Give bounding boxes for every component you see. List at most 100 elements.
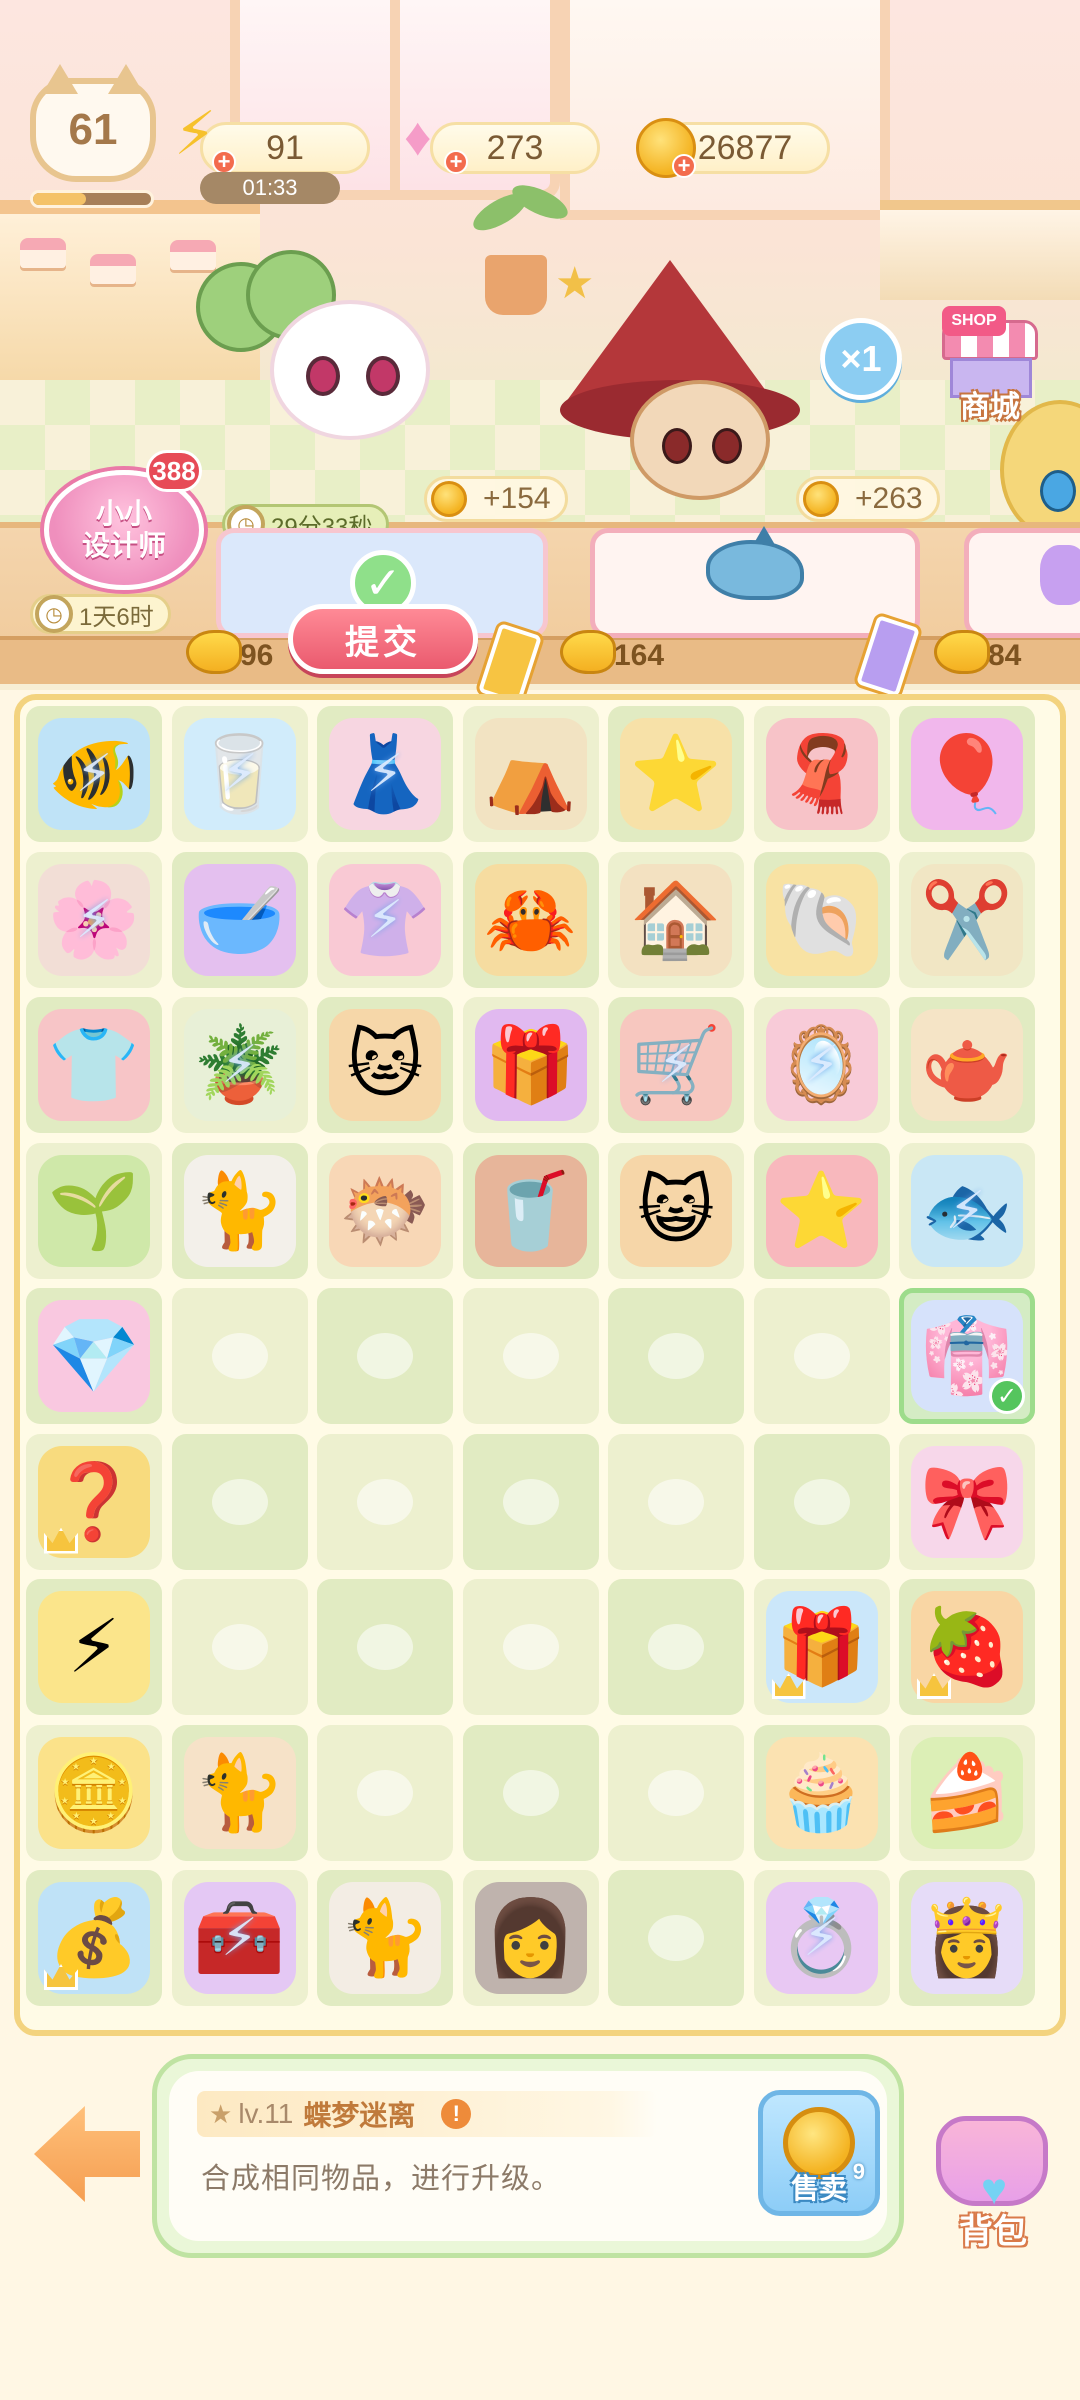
board-cell[interactable]: 👸 [899,1870,1035,2006]
board-cell[interactable]: 🎈 [899,706,1035,842]
add-energy-button[interactable]: + [212,149,236,174]
board-cell[interactable]: 🏠 [608,851,744,988]
board-cell[interactable] [317,1433,453,1570]
board-cell[interactable]: 🪙 [26,1724,162,1861]
flower-shelf-icon[interactable]: 🌸 [38,863,150,976]
board-cell[interactable]: 🧁 [753,1724,890,1861]
board-cell[interactable]: 🐈 [317,1870,453,2006]
board-cell[interactable] [317,1579,453,1715]
board-cell[interactable]: 👘 ✓ [899,1288,1035,1424]
board-cell[interactable]: 🪞 [753,997,890,1133]
board-cell[interactable]: 😺 [608,1142,744,1279]
board-cell[interactable]: 👗 [317,706,453,842]
fishbowl-icon[interactable]: 🐠 [38,718,150,830]
board-cell[interactable]: 👚 [317,851,453,988]
crab-sign-icon[interactable]: 🦀 [474,863,587,976]
board-cell[interactable] [753,1288,890,1424]
cart-icon[interactable]: 🛒 [620,1009,732,1121]
board-cell[interactable]: 🐚 [753,851,890,988]
watering-pot-icon[interactable]: 🫖 [911,1009,1023,1121]
info-icon[interactable]: ! [441,2099,472,2129]
board-cell[interactable]: 🐈 [171,1142,308,1279]
board-cell[interactable]: 🐡 [317,1142,453,1279]
sand-pile-icon[interactable]: ⭐ [620,718,732,830]
board-cell[interactable]: 🫖 [899,997,1035,1133]
board-cell[interactable]: 💰 [26,1870,162,2006]
shell-sand-icon[interactable]: 🐚 [765,863,878,976]
board-cell[interactable] [608,1288,744,1424]
treasure-chest-icon[interactable]: 💰 [38,1882,150,1994]
board-cell[interactable]: 🐱 [317,997,453,1133]
speed-multiplier-button[interactable]: ×1 [820,318,902,400]
board-cell[interactable]: 🍓 [899,1579,1035,1715]
board-cell[interactable]: 🪴 [171,997,308,1133]
board-cell[interactable]: 🧰 [171,1870,308,2006]
fruit-tart-icon[interactable]: 🍓 [911,1591,1023,1703]
board-cell[interactable] [608,1579,744,1715]
board-cell[interactable]: 🌱 [26,1142,162,1279]
calico-cat-icon[interactable]: 🐈 [183,1736,296,1849]
backpack-button[interactable]: ♥ 背包 [930,2096,1056,2251]
board-cell[interactable] [171,1288,308,1424]
curtain-frame-icon[interactable]: 🪞 [765,1009,878,1121]
board-cell[interactable] [608,1724,744,1861]
pufferfish-icon[interactable]: 🐡 [329,1154,441,1267]
cream-puff-icon[interactable]: 🧁 [765,1736,878,1849]
board-cell[interactable]: 👩 [462,1870,599,2006]
energy-bolts-icon[interactable]: ⚡ [38,1591,150,1703]
house-icon[interactable]: 🏠 [620,863,732,976]
board-cell[interactable]: 🧣 [753,706,890,842]
board-cell[interactable] [171,1433,308,1570]
white-cat-icon[interactable]: 🐈 [183,1154,296,1267]
headband-icon[interactable]: 🎀 [911,1445,1023,1558]
sell-button[interactable]: 9 售卖 [758,2090,880,2216]
coin-pile-icon[interactable]: 🪙 [38,1736,150,1849]
board-cell[interactable]: 🐠 [26,706,162,842]
sitting-cat-icon[interactable]: 🐈 [329,1882,441,1994]
cola-glass-icon[interactable]: 🥤 [474,1154,587,1267]
water-glass-icon[interactable]: 🥛 [183,718,296,830]
player-level-badge[interactable]: 61 [30,64,156,182]
starfish-icon[interactable]: ⭐ [765,1154,878,1267]
board-cell[interactable] [317,1288,453,1424]
board-cell[interactable]: 🛒 [608,997,744,1133]
shop-label[interactable]: 商城 [950,382,1030,426]
matcha-cake-icon[interactable]: 🍰 [911,1736,1023,1849]
board-cell[interactable]: 🐟 [899,1142,1035,1279]
board-cell[interactable]: 🎁 [753,1579,890,1715]
board-cell[interactable]: 🍰 [899,1724,1035,1861]
add-gems-button[interactable]: + [444,149,468,174]
board-cell[interactable]: 🐈 [171,1724,308,1861]
tent-icon[interactable]: ⛺ [474,718,587,830]
sprout-icon[interactable]: 🌱 [38,1154,150,1267]
board-cell[interactable] [462,1724,599,1861]
white-cat-character[interactable] [270,300,430,440]
submit-order-button[interactable]: 提交 [288,604,478,674]
board-cell[interactable] [171,1579,308,1715]
board-cell[interactable]: 👕 [26,997,162,1133]
flower-cabinet-icon[interactable]: 🪴 [183,1009,296,1121]
mystery-box-icon[interactable]: ❓ [38,1445,150,1558]
blue-gift-icon[interactable]: 🎁 [765,1591,878,1703]
pet-bowl-icon[interactable]: 🥣 [183,863,296,976]
board-cell[interactable]: 💎 [26,1288,162,1424]
board-cell[interactable]: ✂️ [899,851,1035,988]
cat-head-icon[interactable]: 😺 [620,1154,732,1267]
scissors-icon[interactable]: ✂️ [911,863,1023,976]
board-cell[interactable]: ⭐ [608,706,744,842]
dress-stand-icon[interactable]: 👚 [329,863,441,976]
board-cell[interactable]: 🦀 [462,851,599,988]
board-cell[interactable]: 🎁 [462,997,599,1133]
board-cell[interactable]: 🥛 [171,706,308,842]
board-cell[interactable] [753,1433,890,1570]
board-cell[interactable]: 🌸 [26,851,162,988]
board-cell[interactable]: 🎀 [899,1433,1035,1570]
hanger-icon[interactable]: 👕 [38,1009,150,1121]
purple-chest-icon[interactable]: 🧰 [183,1882,296,1994]
back-button[interactable] [34,2106,140,2202]
board-cell[interactable]: ⭐ [753,1142,890,1279]
board-cell[interactable]: ⚡ [26,1579,162,1715]
board-cell[interactable] [462,1579,599,1715]
lilac-wig-icon[interactable]: 👸 [911,1882,1023,1994]
board-cell[interactable]: 🥣 [171,851,308,988]
